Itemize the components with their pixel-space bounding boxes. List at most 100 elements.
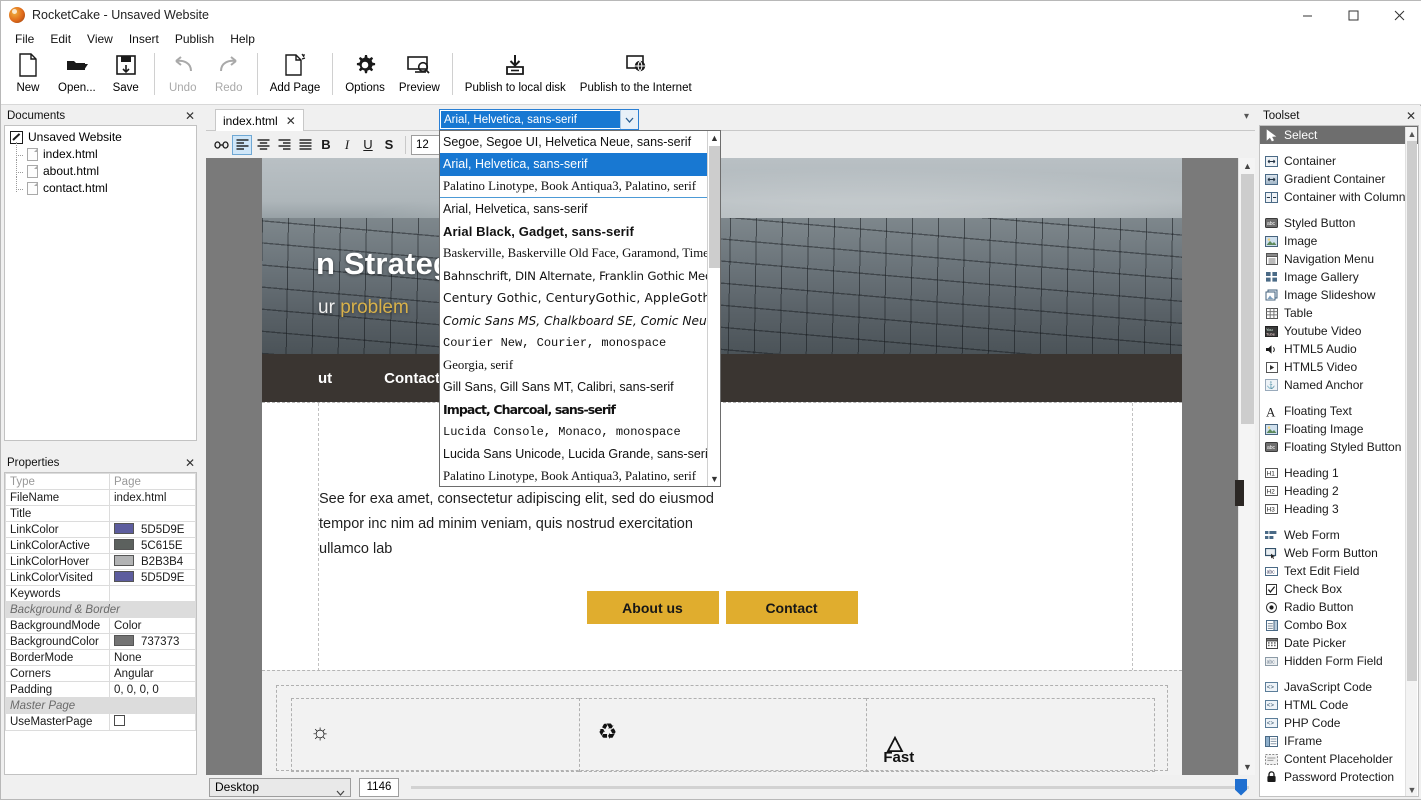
new-button[interactable]: New: [5, 49, 51, 101]
properties-row[interactable]: Keywords: [5, 585, 196, 602]
font-option[interactable]: Segoe, Segoe UI, Helvetica Neue, sans-se…: [440, 131, 709, 153]
toolset-item-combo-box[interactable]: Combo Box: [1260, 616, 1418, 634]
align-left-icon[interactable]: [232, 134, 252, 155]
toolset-item-image-gallery[interactable]: Image Gallery: [1260, 268, 1418, 286]
tab-index-html[interactable]: index.html ✕: [215, 109, 304, 131]
font-option[interactable]: Baskerville, Baskerville Old Face, Garam…: [440, 242, 709, 264]
publish-local-button[interactable]: Publish to local disk: [458, 49, 573, 101]
toolset-item-heading-1[interactable]: H1 Heading 1: [1260, 464, 1418, 482]
chevron-up-icon[interactable]: ▲: [708, 131, 720, 145]
minimize-button[interactable]: [1284, 1, 1330, 29]
property-value[interactable]: 5D5D9E: [109, 569, 196, 586]
viewport-width-field[interactable]: 1146: [359, 777, 399, 797]
menu-help[interactable]: Help: [222, 30, 263, 48]
properties-row[interactable]: LinkColorActive 5C615E: [5, 537, 196, 554]
menu-edit[interactable]: Edit: [42, 30, 79, 48]
toolset-item-image[interactable]: Image: [1260, 232, 1418, 250]
menu-file[interactable]: File: [7, 30, 42, 48]
properties-row[interactable]: BackgroundMode Color: [5, 617, 196, 634]
toolset-item-floating-image[interactable]: Floating Image: [1260, 420, 1418, 438]
canvas-vertical-scrollbar[interactable]: ▲ ▼: [1235, 158, 1256, 775]
font-option[interactable]: Century Gothic, CenturyGothic, AppleGoth…: [440, 287, 709, 309]
font-dropdown-scroll-thumb[interactable]: [709, 146, 720, 268]
font-option[interactable]: Impact, Charcoal, sans-serif: [440, 399, 709, 421]
font-option[interactable]: Bahnschrift, DIN Alternate, Franklin Got…: [440, 265, 709, 287]
nav-link-contact[interactable]: Contact: [384, 370, 440, 387]
font-option[interactable]: Comic Sans MS, Chalkboard SE, Comic Neue…: [440, 309, 709, 331]
font-option[interactable]: Lucida Sans Unicode, Lucida Grande, sans…: [440, 443, 709, 465]
property-value[interactable]: 0, 0, 0, 0: [109, 681, 196, 698]
toolset-item-styled-button[interactable]: abc Styled Button: [1260, 214, 1418, 232]
properties-row[interactable]: FileName index.html: [5, 489, 196, 506]
chevron-down-icon[interactable]: ▼: [708, 472, 720, 486]
font-option[interactable]: Gill Sans, Gill Sans MT, Calibri, sans-s…: [440, 376, 709, 398]
redo-button[interactable]: Redo: [206, 49, 252, 101]
chevron-down-icon[interactable]: ▼: [1239, 759, 1256, 775]
properties-row[interactable]: LinkColor 5D5D9E: [5, 521, 196, 538]
checkbox-icon[interactable]: [114, 715, 125, 726]
close-icon[interactable]: ✕: [1406, 109, 1416, 123]
toolset-item-date-picker[interactable]: Date Picker: [1260, 634, 1418, 652]
toolset-scrollbar[interactable]: ▲ ▼: [1405, 127, 1417, 796]
properties-row[interactable]: LinkColorHover B2B3B4: [5, 553, 196, 570]
properties-grid[interactable]: Type Page FileName index.html Title LinkCol…: [4, 472, 197, 775]
feature-column-1[interactable]: ☼: [291, 698, 579, 772]
align-center-icon[interactable]: [253, 135, 273, 155]
bold-button[interactable]: B: [316, 135, 336, 155]
toolset-item-php-code[interactable]: <> PHP Code: [1260, 714, 1418, 732]
tree-root-item[interactable]: Unsaved Website: [5, 126, 196, 144]
chevron-down-icon[interactable]: [336, 785, 345, 799]
toolset-item-html-code[interactable]: <> HTML Code: [1260, 696, 1418, 714]
toolset-item-navigation-menu[interactable]: Navigation Menu: [1260, 250, 1418, 268]
page-canvas[interactable]: n Strategy ur problem ut Contact See for…: [206, 158, 1238, 775]
italic-button[interactable]: I: [337, 135, 357, 155]
slider-handle[interactable]: [1235, 778, 1247, 796]
toolset-item-html5-audio[interactable]: HTML5 Audio: [1260, 340, 1418, 358]
font-option[interactable]: Palatino Linotype, Book Antiqua3, Palati…: [440, 176, 709, 198]
documents-tree[interactable]: Unsaved Website index.html about.html co…: [4, 125, 197, 441]
color-swatch[interactable]: [114, 539, 134, 550]
about-us-button[interactable]: About us: [586, 591, 719, 624]
toolset-item-heading-2[interactable]: H2 Heading 2: [1260, 482, 1418, 500]
color-swatch[interactable]: [114, 523, 134, 534]
link-icon[interactable]: [211, 135, 231, 155]
property-value[interactable]: None: [109, 649, 196, 666]
toolset-item-named-anchor[interactable]: ⚓ Named Anchor: [1260, 376, 1418, 394]
toolset-item-iframe[interactable]: IFrame: [1260, 732, 1418, 750]
toolset-list[interactable]: Select Container Gradient Container Contain…: [1259, 125, 1419, 797]
font-option[interactable]: Courier New, Courier, monospace: [440, 332, 709, 354]
color-swatch[interactable]: [114, 571, 134, 582]
device-select[interactable]: Desktop: [209, 777, 351, 799]
toolset-item-javascript-code[interactable]: <> JavaScript Code: [1260, 678, 1418, 696]
font-dropdown-scrollbar[interactable]: ▲ ▼: [707, 131, 720, 486]
strikethrough-button[interactable]: S: [379, 135, 399, 155]
underline-button[interactable]: U: [358, 135, 378, 155]
toolset-item-html5-video[interactable]: HTML5 Video: [1260, 358, 1418, 376]
menu-view[interactable]: View: [79, 30, 121, 48]
navigation-menu[interactable]: ut Contact: [262, 354, 1182, 402]
property-value[interactable]: index.html: [109, 489, 196, 506]
toolset-item-select[interactable]: Select: [1260, 126, 1418, 144]
toolset-item-pdf-document[interactable]: PDF Document: [1260, 794, 1418, 796]
properties-row[interactable]: Corners Angular: [5, 665, 196, 682]
property-value[interactable]: Color: [109, 617, 196, 634]
font-option[interactable]: Georgia, serif: [440, 354, 709, 376]
features-section[interactable]: ☼ ♻ 🜂 Fast: [262, 670, 1182, 775]
options-button[interactable]: Options: [338, 49, 392, 101]
toolset-item-container-with-columns[interactable]: Container with Columns: [1260, 188, 1418, 206]
chevron-down-icon[interactable]: ▾: [1244, 111, 1249, 122]
property-value[interactable]: 737373: [109, 633, 196, 650]
tree-item-about[interactable]: about.html: [5, 159, 196, 178]
save-button[interactable]: Save: [103, 49, 149, 101]
property-value[interactable]: [109, 713, 196, 731]
preview-button[interactable]: Preview: [392, 49, 447, 101]
toolset-item-container[interactable]: Container: [1260, 152, 1418, 170]
property-value[interactable]: 5C615E: [109, 537, 196, 554]
toolset-item-content-placeholder[interactable]: Content Placeholder: [1260, 750, 1418, 768]
chevron-up-icon[interactable]: ▲: [1239, 158, 1256, 174]
properties-row[interactable]: Title: [5, 505, 196, 522]
close-icon[interactable]: ✕: [286, 114, 296, 128]
toolset-item-radio-button[interactable]: Radio Button: [1260, 598, 1418, 616]
font-family-dropdown[interactable]: Segoe, Segoe UI, Helvetica Neue, sans-se…: [439, 130, 721, 487]
toolset-item-web-form[interactable]: Web Form: [1260, 526, 1418, 544]
